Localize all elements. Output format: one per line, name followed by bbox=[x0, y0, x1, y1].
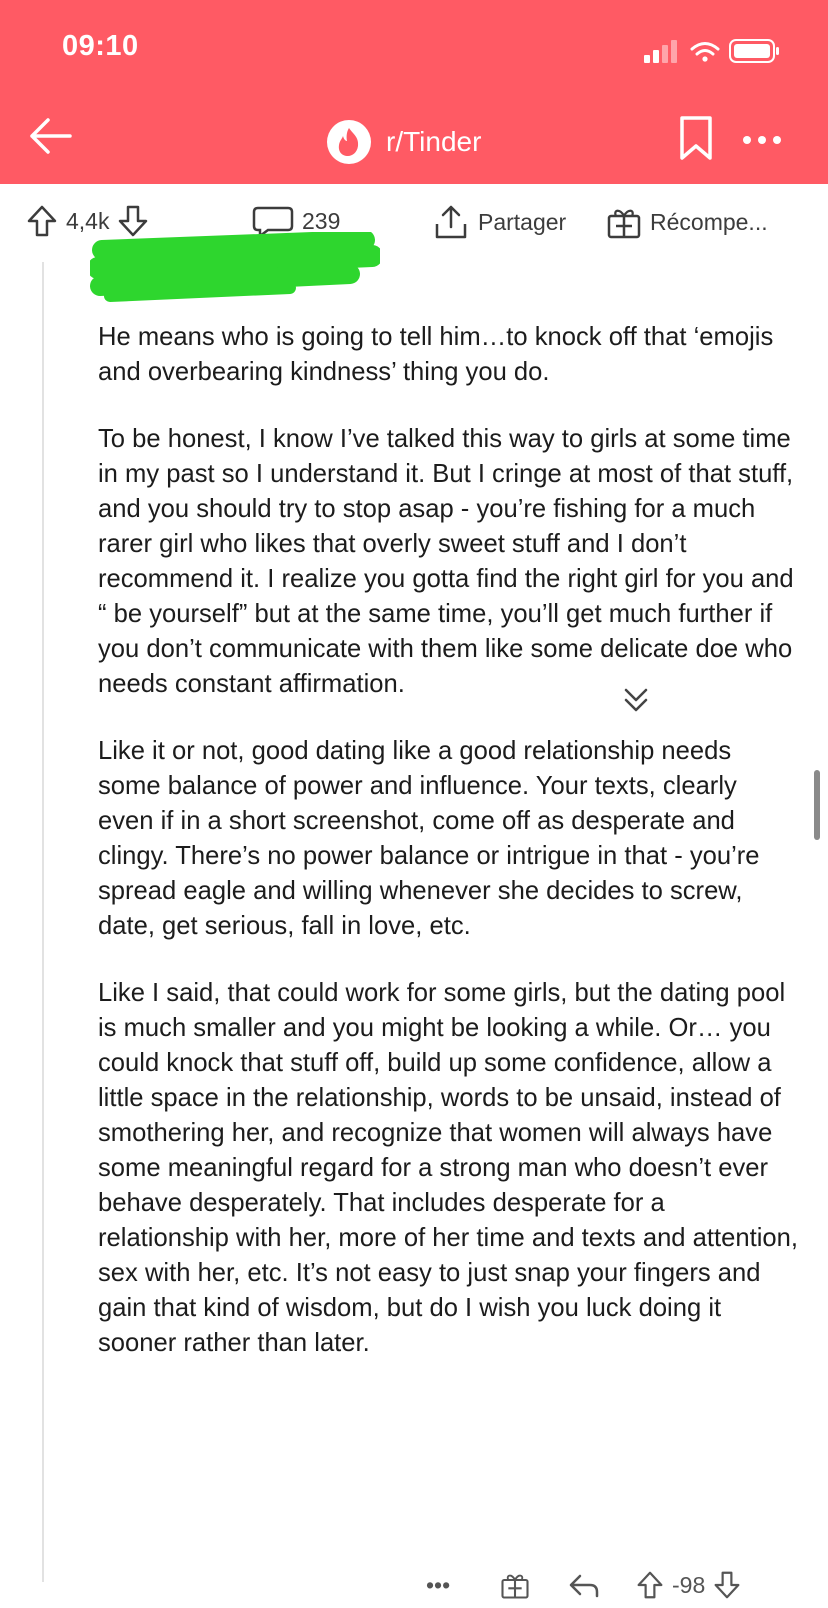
award-gift-icon bbox=[607, 209, 641, 239]
comment-actions-bar: ••• -98 bbox=[0, 1570, 828, 1608]
downvote-icon[interactable] bbox=[713, 1570, 741, 1600]
share-icon bbox=[435, 205, 467, 239]
comment-more-button[interactable]: ••• bbox=[426, 1572, 450, 1599]
upvote-count: 4,4k bbox=[66, 207, 110, 234]
username-redaction bbox=[87, 230, 383, 304]
share-label: Partager bbox=[478, 208, 567, 235]
more-icon[interactable] bbox=[742, 120, 782, 154]
subreddit-title[interactable]: r/Tinder bbox=[326, 118, 481, 166]
bookmark-icon[interactable] bbox=[676, 114, 716, 167]
upvote-icon[interactable] bbox=[26, 204, 58, 238]
thread-indent-line bbox=[42, 262, 44, 1582]
jump-next-icon[interactable] bbox=[616, 680, 656, 720]
subreddit-name: r/Tinder bbox=[386, 126, 482, 157]
comment-paragraph: Like it or not, good dating like a good … bbox=[98, 737, 760, 940]
comment-vote-group: -98 bbox=[636, 1570, 741, 1600]
award-button[interactable]: Récompe... bbox=[606, 204, 768, 240]
comment-paragraph: To be honest, I know I’ve talked this wa… bbox=[98, 425, 794, 698]
comment-score: -98 bbox=[672, 1571, 706, 1598]
wifi-icon bbox=[690, 42, 720, 62]
comment-award-icon[interactable] bbox=[500, 1570, 530, 1600]
scrollbar[interactable] bbox=[814, 770, 820, 840]
comment-paragraph: He means who is going to tell him…to kno… bbox=[98, 323, 774, 386]
app-header: 09:10 r/Tinder bbox=[0, 0, 828, 184]
signal-icon bbox=[644, 40, 677, 63]
reply-icon[interactable] bbox=[568, 1572, 600, 1600]
status-icons bbox=[644, 38, 784, 63]
comments-count: 239 bbox=[302, 207, 341, 234]
battery-icon bbox=[729, 39, 779, 63]
share-button[interactable]: Partager bbox=[432, 204, 566, 240]
comment-paragraph: Like I said, that could work for some gi… bbox=[98, 979, 798, 1357]
upvote-icon[interactable] bbox=[636, 1570, 664, 1600]
tinder-flame-icon bbox=[327, 120, 371, 164]
comment-body: He means who is going to tell him…to kno… bbox=[98, 320, 798, 1393]
status-time: 09:10 bbox=[62, 30, 139, 62]
comment-more-label: ••• bbox=[426, 1572, 451, 1598]
award-label: Récompe... bbox=[650, 208, 768, 235]
back-arrow-icon[interactable] bbox=[26, 112, 74, 160]
